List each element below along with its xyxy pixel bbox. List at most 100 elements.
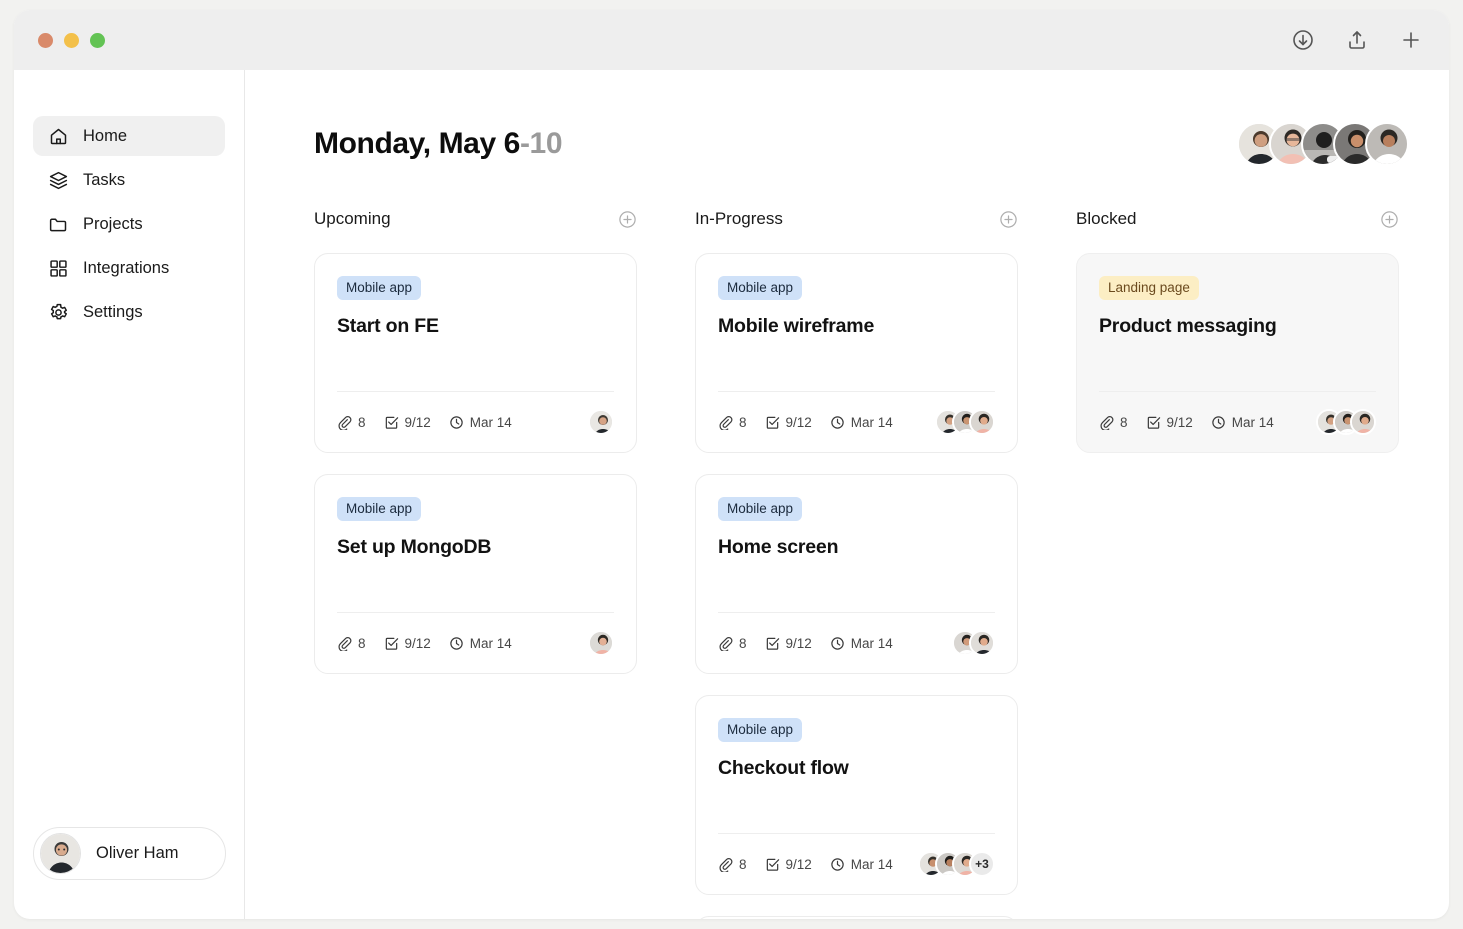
subtasks-count: 9/12 xyxy=(1166,414,1193,430)
sidebar-item-tasks[interactable]: Tasks xyxy=(33,160,225,200)
paperclip-icon xyxy=(337,636,352,651)
clock-icon xyxy=(449,415,464,430)
app-window: Home Tasks Projects Integrations Setting… xyxy=(14,10,1449,919)
card-title: Mobile wireframe xyxy=(718,314,875,337)
page-header: Monday, May 6-10 xyxy=(314,122,1409,166)
card-avatars[interactable] xyxy=(588,630,614,656)
titlebar-actions xyxy=(1291,28,1423,52)
avatar xyxy=(588,630,614,656)
date-meta: Mar 14 xyxy=(830,857,893,872)
folder-icon xyxy=(48,214,69,235)
attachments-count: 8 xyxy=(739,856,747,872)
sidebar-item-home[interactable]: Home xyxy=(33,116,225,156)
card-avatars[interactable] xyxy=(1316,409,1376,435)
sidebar-item-label: Settings xyxy=(83,302,143,321)
due-date: Mar 14 xyxy=(850,635,893,651)
board-columns: Upcoming Mobile app Start on FE 8 9/12 M… xyxy=(314,206,1409,919)
sidebar-item-projects[interactable]: Projects xyxy=(33,204,225,244)
attachments-count: 8 xyxy=(358,635,366,651)
avatar xyxy=(969,630,995,656)
column-title: Upcoming xyxy=(314,209,391,228)
user-profile-button[interactable]: Oliver Ham xyxy=(33,827,226,880)
subtasks-count: 9/12 xyxy=(785,856,812,872)
card-avatars[interactable]: +3 xyxy=(918,851,995,877)
sidebar-nav: Home Tasks Projects Integrations Setting… xyxy=(14,116,244,332)
maximize-window-button[interactable] xyxy=(90,32,105,48)
avatar xyxy=(969,409,995,435)
clock-icon xyxy=(1211,415,1226,430)
checkbox-icon xyxy=(765,857,780,872)
card-meta: 8 9/12 Mar 14 xyxy=(1099,415,1274,430)
attachments-meta: 8 xyxy=(337,415,366,430)
card-meta: 8 9/12 Mar 14 xyxy=(337,415,512,430)
board-column-upcoming: Upcoming Mobile app Start on FE 8 9/12 M… xyxy=(314,206,637,919)
task-card[interactable]: Mobile app Mobile wireframe 8 9/12 Mar 1… xyxy=(695,253,1018,453)
add-card-icon[interactable] xyxy=(999,210,1018,229)
card-meta: 8 9/12 Mar 14 xyxy=(718,636,893,651)
home-icon xyxy=(48,126,69,147)
card-avatars[interactable] xyxy=(952,630,995,656)
close-window-button[interactable] xyxy=(38,32,53,48)
add-card-icon[interactable] xyxy=(1380,210,1399,229)
paperclip-icon xyxy=(337,415,352,430)
attachments-count: 8 xyxy=(739,414,747,430)
user-name: Oliver Ham xyxy=(96,844,179,862)
minimize-window-button[interactable] xyxy=(64,32,79,48)
attachments-count: 8 xyxy=(739,635,747,651)
main-content: Monday, May 6-10 Upcoming Mobile app Sta… xyxy=(245,70,1449,919)
avatar xyxy=(1350,409,1376,435)
column-cards: Landing page Product messaging 8 9/12 Ma… xyxy=(1076,253,1399,453)
task-card[interactable]: Landing page Product messaging 8 9/12 Ma… xyxy=(1076,253,1399,453)
title-bar xyxy=(14,10,1449,70)
checkbox-icon xyxy=(384,415,399,430)
card-title: Product messaging xyxy=(1099,314,1277,337)
window-controls[interactable] xyxy=(38,32,105,48)
task-card[interactable]: Mobile app Checkout flow 8 9/12 Mar 14 +… xyxy=(695,695,1018,895)
task-card[interactable]: Mobile app Set up MongoDB 8 9/12 Mar 14 xyxy=(314,474,637,674)
column-header: In-Progress xyxy=(695,206,1018,232)
avatar-overflow-count[interactable]: +3 xyxy=(969,851,995,877)
sidebar-item-settings[interactable]: Settings xyxy=(33,292,225,332)
paperclip-icon xyxy=(718,415,733,430)
subtasks-meta: 9/12 xyxy=(384,415,431,430)
task-card[interactable]: Mobile app Start on FE 8 9/12 Mar 14 xyxy=(314,253,637,453)
avatar xyxy=(1365,122,1409,166)
sidebar-item-integrations[interactable]: Integrations xyxy=(33,248,225,288)
paperclip-icon xyxy=(1099,415,1114,430)
card-avatars[interactable] xyxy=(935,409,995,435)
card-title: Set up MongoDB xyxy=(337,535,492,558)
card-footer: 8 9/12 xyxy=(1099,391,1376,452)
subtasks-meta: 9/12 xyxy=(384,636,431,651)
download-icon[interactable] xyxy=(1291,28,1315,52)
card-badge: Mobile app xyxy=(718,276,803,300)
card-footer: 8 9/12 xyxy=(718,612,995,673)
board-column-in-progress: In-Progress Mobile app Mobile wireframe xyxy=(695,206,1018,919)
checkbox-icon xyxy=(384,636,399,651)
sidebar: Home Tasks Projects Integrations Setting… xyxy=(14,70,245,919)
card-badge: Mobile app xyxy=(337,276,422,300)
card-avatars[interactable] xyxy=(588,409,614,435)
card-footer: 8 9/12 xyxy=(718,391,995,452)
sidebar-item-label: Integrations xyxy=(83,258,170,277)
column-title: Blocked xyxy=(1076,209,1137,228)
subtasks-meta: 9/12 xyxy=(765,415,812,430)
team-avatar-stack[interactable] xyxy=(1237,122,1409,166)
column-header: Blocked xyxy=(1076,206,1399,232)
attachments-meta: 8 xyxy=(718,636,747,651)
task-card[interactable]: Mobile app xyxy=(695,916,1018,919)
date-meta: Mar 14 xyxy=(449,415,512,430)
sidebar-item-label: Projects xyxy=(83,214,143,233)
clock-icon xyxy=(449,636,464,651)
share-icon[interactable] xyxy=(1345,28,1369,52)
date-meta: Mar 14 xyxy=(830,415,893,430)
clock-icon xyxy=(830,857,845,872)
subtasks-meta: 9/12 xyxy=(765,857,812,872)
due-date: Mar 14 xyxy=(469,414,512,430)
subtasks-count: 9/12 xyxy=(404,414,431,430)
card-meta: 8 9/12 Mar 14 xyxy=(718,857,893,872)
plus-icon[interactable] xyxy=(1399,28,1423,52)
add-card-icon[interactable] xyxy=(618,210,637,229)
date-meta: Mar 14 xyxy=(1211,415,1274,430)
attachments-meta: 8 xyxy=(337,636,366,651)
task-card[interactable]: Mobile app Home screen 8 9/12 Mar 14 xyxy=(695,474,1018,674)
